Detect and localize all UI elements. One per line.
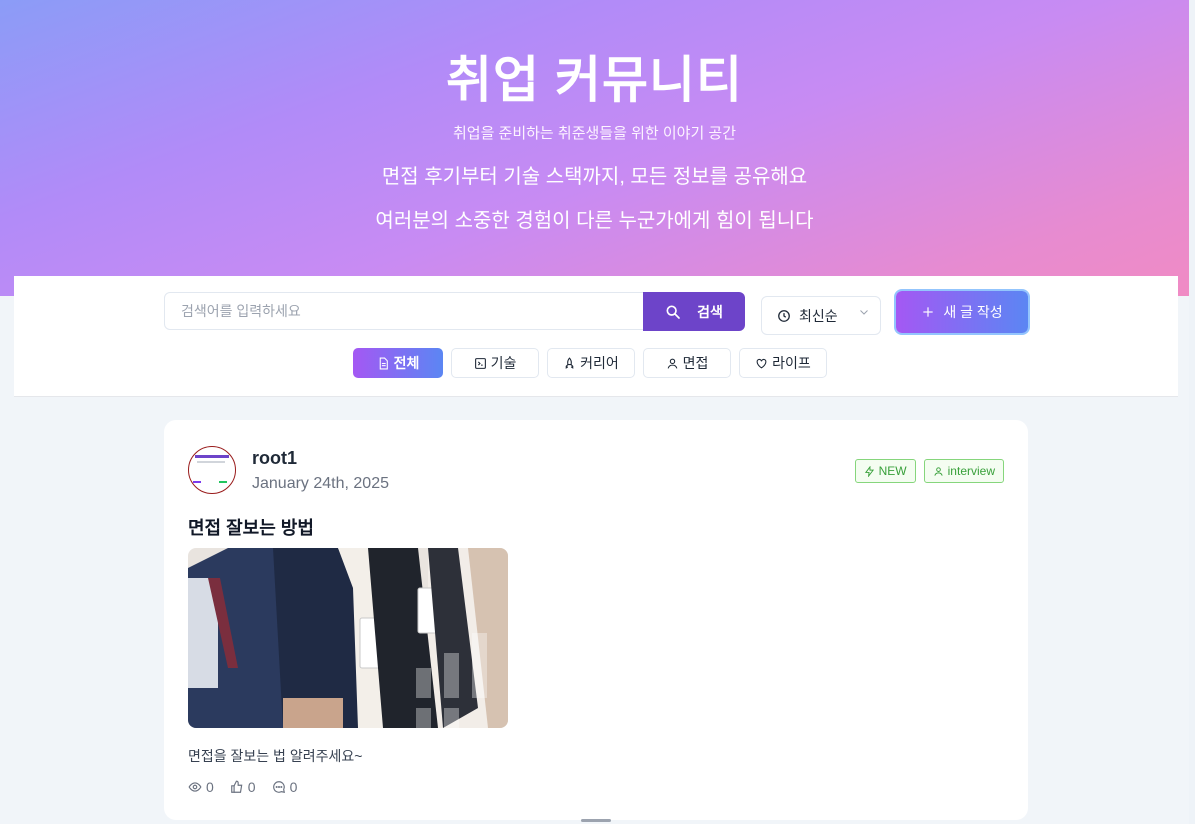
avatar[interactable] [188,446,236,494]
search-input[interactable] [164,292,644,330]
search-button[interactable]: 검색 [643,292,745,331]
sort-selected-label: 최신순 [799,307,838,324]
search-button-label: 검색 [697,303,723,320]
comments-count: 0 [289,779,298,795]
new-post-button[interactable]: 새 글 작성 [896,291,1028,333]
category-badge-label: interview [947,464,995,478]
category-tabs: 전체 기술 커리어 면접 라이프 [353,348,827,378]
clock-icon [778,309,790,322]
hero-subtitle: 취업을 준비하는 취준생들을 위한 이야기 공간 [452,125,737,142]
rocket-icon [565,356,574,369]
chevron-down-icon [860,310,868,315]
post-stats: 0 0 0 [188,779,297,795]
toolbar: 검색 최신순 새 글 작성 전체 기술 커리어 면접 라이프 [14,276,1178,397]
sort-select[interactable]: 최신순 [761,296,881,335]
plus-icon [923,307,934,317]
tab-interview-label: 면접 [682,355,709,371]
tab-tech-label: 기술 [490,355,517,371]
user-icon [934,466,943,476]
scrollbar-track[interactable] [1189,0,1195,824]
file-text-icon [379,357,388,369]
tab-all-label: 전체 [393,355,420,371]
user-icon [667,358,677,369]
likes-count: 0 [247,779,256,795]
hero-line-1: 면접 후기부터 기술 스택까지, 모든 정보를 공유해요 [381,166,808,188]
page-title: 취업 커뮤니티 [446,52,743,108]
eye-icon [188,782,202,792]
tab-career-label: 커리어 [580,355,619,371]
hero-line-2: 여러분의 소중한 경험이 다른 누군가에게 힘이 됩니다 [375,210,814,232]
post-excerpt: 면접을 잘보는 법 알려주세요~ [188,748,363,764]
resize-handle[interactable] [581,819,611,822]
views-count: 0 [206,779,214,795]
post-card[interactable]: root1 January 24th, 2025 NEW interview 면… [164,420,1028,820]
hero-banner: 취업 커뮤니티 취업을 준비하는 취준생들을 위한 이야기 공간 면접 후기부터… [0,0,1189,296]
post-author[interactable]: root1 [252,448,297,469]
tab-interview[interactable]: 면접 [643,348,731,378]
tab-tech[interactable]: 기술 [451,348,539,378]
interview-photo [188,548,508,728]
new-badge-label: NEW [878,464,907,478]
avatar-image [193,455,229,483]
comment-icon [272,781,285,793]
comments-stat[interactable]: 0 [272,779,298,795]
category-badge: interview [923,459,1004,483]
likes-stat[interactable]: 0 [230,779,256,795]
tab-life[interactable]: 라이프 [739,348,827,378]
post-tags: NEW interview [854,459,1004,483]
tab-career[interactable]: 커리어 [547,348,635,378]
post-title[interactable]: 면접 잘보는 방법 [188,514,314,540]
terminal-icon [474,357,486,369]
post-thumbnail[interactable] [188,548,508,728]
thumbs-up-icon [230,780,243,793]
search-icon [666,305,680,319]
new-badge: NEW [854,459,916,483]
tab-life-label: 라이프 [772,355,811,371]
views-stat: 0 [188,779,214,795]
new-post-label: 새 글 작성 [943,304,1003,320]
post-date: January 24th, 2025 [252,475,389,492]
zap-icon [864,465,874,477]
heart-icon [756,358,767,368]
tab-all[interactable]: 전체 [353,348,443,378]
